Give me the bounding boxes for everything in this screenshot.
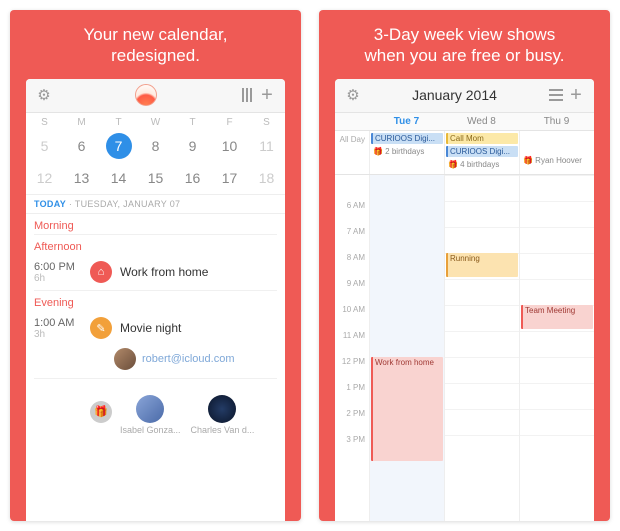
day-cell[interactable]: 5 — [26, 138, 63, 154]
list-icon[interactable] — [546, 85, 566, 105]
event-item[interactable]: 1:00 AM 3h ✎ Movie night — [34, 311, 277, 346]
allday-row: All Day CURIOOS Digi... 🎁 2 birthdays Ca… — [335, 131, 594, 175]
section-morning: Morning — [34, 214, 277, 234]
day-cell[interactable]: 13 — [63, 170, 100, 186]
allday-chip[interactable]: 🎁 2 birthdays — [371, 146, 443, 157]
day-cell[interactable]: 14 — [100, 170, 137, 186]
day-column-thu[interactable]: Team Meeting — [519, 175, 594, 522]
event-item[interactable]: 6:00 PM 6h ⌂ Work from home — [34, 255, 277, 290]
birthday-item[interactable]: 🎁 Isabel Gonza... Charles Van d... — [34, 379, 277, 441]
day-cell[interactable]: 8 — [137, 138, 174, 154]
agenda-list: Morning Afternoon 6:00 PM 6h ⌂ Work from… — [26, 214, 285, 522]
day-header-tue[interactable]: Tue 7 — [369, 113, 444, 130]
hour-labels: 6 AM7 AM8 AM9 AM10 AM11 AM12 PM1 PM2 PM3… — [335, 175, 369, 522]
avatar — [136, 395, 164, 423]
allday-chip[interactable]: CURIOOS Digi... — [371, 133, 443, 144]
slogan: 3-Day week view shows when you are free … — [319, 10, 610, 79]
month-row: 12 13 14 15 16 17 18 — [26, 162, 285, 194]
birthday-person[interactable]: Isabel Gonza... — [120, 395, 181, 435]
day-cell-selected[interactable]: 7 — [100, 133, 137, 159]
day-cell[interactable]: 17 — [211, 170, 248, 186]
gear-icon[interactable] — [34, 85, 54, 105]
add-event-icon[interactable] — [257, 85, 277, 105]
gift-icon: 🎁 — [90, 401, 112, 423]
time-grid[interactable]: 6 AM7 AM8 AM9 AM10 AM11 AM12 PM1 PM2 PM3… — [335, 175, 594, 522]
month-row: 5 6 7 8 9 10 11 — [26, 130, 285, 162]
attendee-row[interactable]: robert@icloud.com — [34, 346, 277, 374]
columns-icon[interactable] — [237, 85, 257, 105]
day-cell[interactable]: 15 — [137, 170, 174, 186]
day-header-wed[interactable]: Wed 8 — [444, 113, 519, 130]
promo-panel-left: Your new calendar, redesigned. SMTWTFS 5… — [10, 10, 301, 521]
add-event-icon[interactable] — [566, 85, 586, 105]
phone-screen: SMTWTFS 5 6 7 8 9 10 11 12 13 14 15 16 1… — [26, 79, 285, 522]
event-time: 1:00 AM 3h — [34, 317, 82, 340]
day-column-tue[interactable]: Work from home — [369, 175, 444, 522]
allday-col-wed: Call Mom CURIOOS Digi... 🎁 4 birthdays — [444, 131, 519, 174]
avatar — [208, 395, 236, 423]
ticket-icon: ✎ — [90, 317, 112, 339]
day-cell[interactable]: 12 — [26, 170, 63, 186]
event-time: 6:00 PM 6h — [34, 261, 82, 284]
month-title[interactable]: January 2014 — [412, 87, 497, 103]
allday-chip[interactable]: 🎁 Ryan Hoover — [521, 155, 593, 166]
gear-icon[interactable] — [343, 85, 363, 105]
day-header-thu[interactable]: Thu 9 — [519, 113, 594, 130]
event-block-team[interactable]: Team Meeting — [521, 305, 593, 329]
birthday-person[interactable]: Charles Van d... — [191, 395, 255, 435]
event-block-running[interactable]: Running — [446, 253, 518, 277]
section-evening: Evening — [34, 291, 277, 311]
avatar — [114, 348, 136, 370]
event-title: Movie night — [120, 321, 181, 335]
weekday-header: SMTWTFS — [26, 113, 285, 130]
day-cell[interactable]: 16 — [174, 170, 211, 186]
week-header: Tue 7 Wed 8 Thu 9 — [335, 113, 594, 131]
allday-col-tue: CURIOOS Digi... 🎁 2 birthdays — [369, 131, 444, 174]
day-cell[interactable]: 9 — [174, 138, 211, 154]
event-title: Work from home — [120, 265, 208, 279]
day-cell[interactable]: 10 — [211, 138, 248, 154]
day-cell[interactable]: 18 — [248, 170, 285, 186]
slogan: Your new calendar, redesigned. — [10, 10, 301, 79]
allday-chip[interactable]: 🎁 4 birthdays — [446, 159, 518, 170]
allday-chip[interactable]: Call Mom — [446, 133, 518, 144]
top-bar: January 2014 — [335, 79, 594, 113]
day-cell[interactable]: 6 — [63, 138, 100, 154]
promo-panel-right: 3-Day week view shows when you are free … — [319, 10, 610, 521]
allday-chip[interactable]: CURIOOS Digi... — [446, 146, 518, 157]
day-column-wed[interactable]: Running — [444, 175, 519, 522]
today-header: TODAY · TUESDAY, JANUARY 07 — [26, 194, 285, 214]
top-bar — [26, 79, 285, 113]
section-afternoon: Afternoon — [34, 235, 277, 255]
event-block-wfh[interactable]: Work from home — [371, 357, 443, 461]
app-logo-icon — [135, 84, 157, 106]
day-cell[interactable]: 11 — [248, 138, 285, 154]
home-icon: ⌂ — [90, 261, 112, 283]
phone-screen: January 2014 Tue 7 Wed 8 Thu 9 All Day C… — [335, 79, 594, 522]
allday-label: All Day — [335, 131, 369, 174]
attendee-email: robert@icloud.com — [142, 353, 234, 365]
allday-col-thu: 🎁 Ryan Hoover — [519, 131, 594, 174]
